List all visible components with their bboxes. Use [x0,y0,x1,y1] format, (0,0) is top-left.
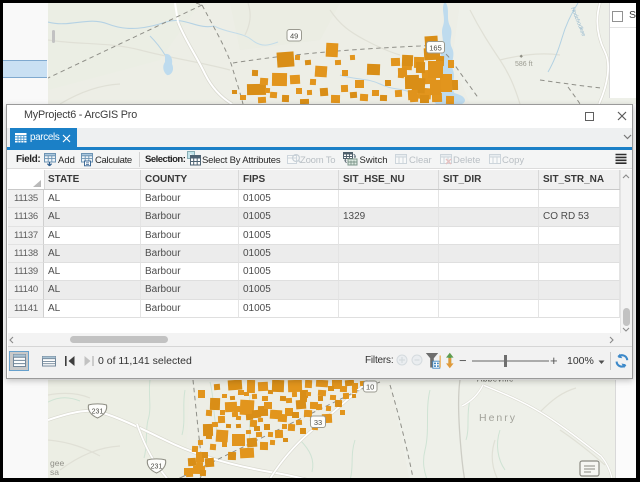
svg-text:sa: sa [50,467,59,477]
svg-text:33: 33 [314,418,322,427]
svg-text:49: 49 [290,31,298,40]
svg-text:231: 231 [92,409,104,416]
svg-text:10: 10 [366,383,374,392]
svg-text:165: 165 [429,43,442,52]
svg-text:Henry: Henry [479,412,517,424]
svg-text:586 ft: 586 ft [515,61,533,68]
svg-text:231: 231 [151,464,163,471]
svg-text:Abbeville: Abbeville [477,380,514,384]
